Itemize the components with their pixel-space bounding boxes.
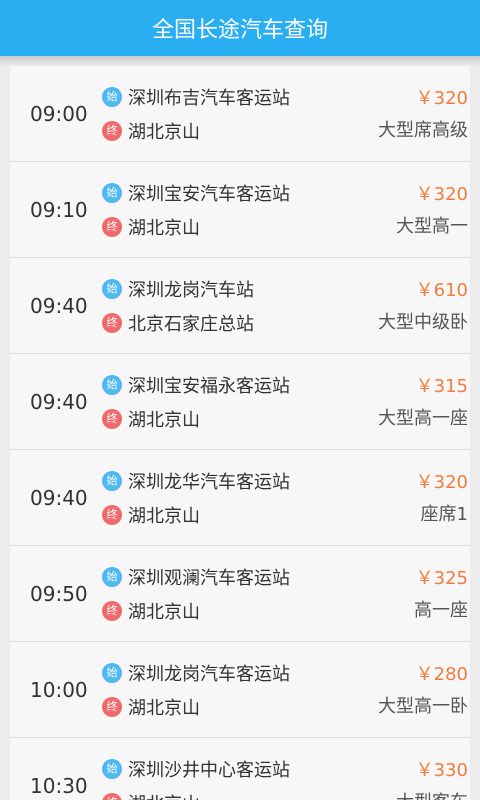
origin-label: 深圳布吉汽车客运站 <box>128 88 290 109</box>
origin-stop: 始 深圳龙岗汽车站 <box>102 276 254 302</box>
bus-type: 大型高一座 <box>378 408 468 429</box>
destination-label: 湖北京山 <box>128 410 200 431</box>
origin-label: 深圳龙岗汽车客运站 <box>128 664 290 685</box>
start-icon: 始 <box>102 567 122 587</box>
origin-label: 深圳观澜汽车客运站 <box>128 568 290 589</box>
destination-label: 湖北京山 <box>128 218 200 239</box>
ticket-price: ￥610 <box>415 280 468 301</box>
destination-label: 湖北京山 <box>128 698 200 719</box>
end-icon: 终 <box>102 505 122 525</box>
destination-stop: 终 湖北京山 <box>102 598 200 624</box>
app-header: 全国长途汽车查询 <box>0 0 480 56</box>
page-title: 全国长途汽车查询 <box>151 18 328 43</box>
origin-stop: 始 深圳宝安汽车客运站 <box>102 180 290 206</box>
origin-stop: 始 深圳沙井中心客运站 <box>102 756 290 782</box>
departure-time: 09:40 <box>30 294 88 318</box>
destination-label: 湖北京山 <box>128 506 200 527</box>
origin-label: 深圳沙井中心客运站 <box>128 760 290 781</box>
departure-time: 09:40 <box>30 486 88 510</box>
destination-stop: 终 湖北京山 <box>102 790 200 800</box>
origin-stop: 始 深圳龙岗汽车客运站 <box>102 660 290 686</box>
bus-type: 大型高一卧 <box>378 696 468 717</box>
departure-time: 10:00 <box>30 678 88 702</box>
start-icon: 始 <box>102 87 122 107</box>
origin-label: 深圳龙岗汽车站 <box>128 280 254 301</box>
bus-type: 大型客车 <box>396 788 468 800</box>
ticket-price: ￥280 <box>415 664 468 685</box>
start-icon: 始 <box>102 279 122 299</box>
ticket-price: ￥320 <box>415 88 468 109</box>
destination-stop: 终 湖北京山 <box>102 502 200 528</box>
departure-time: 10:30 <box>30 774 88 798</box>
end-icon: 终 <box>102 793 122 800</box>
header-shadow <box>0 56 480 66</box>
destination-stop: 终 湖北京山 <box>102 406 200 432</box>
ticket-price: ￥320 <box>415 184 468 205</box>
start-icon: 始 <box>102 183 122 203</box>
ticket-price: ￥315 <box>415 376 468 397</box>
departure-time: 09:00 <box>30 102 88 126</box>
end-icon: 终 <box>102 697 122 717</box>
departure-time: 09:10 <box>30 198 88 222</box>
bus-type: 大型中级卧 <box>378 312 468 333</box>
destination-stop: 终 湖北京山 <box>102 694 200 720</box>
trip-row[interactable]: 09:50 始 深圳观澜汽车客运站 终 湖北京山 ￥325 高一座 <box>10 546 470 642</box>
end-icon: 终 <box>102 121 122 141</box>
start-icon: 始 <box>102 663 122 683</box>
trip-row[interactable]: 09:10 始 深圳宝安汽车客运站 终 湖北京山 ￥320 大型高一 <box>10 162 470 258</box>
destination-label: 湖北京山 <box>128 790 200 800</box>
origin-label: 深圳宝安汽车客运站 <box>128 184 290 205</box>
destination-label: 北京石家庄总站 <box>128 314 254 335</box>
bus-type: 大型高一 <box>396 216 468 237</box>
start-icon: 始 <box>102 759 122 779</box>
destination-label: 湖北京山 <box>128 122 200 143</box>
origin-stop: 始 深圳观澜汽车客运站 <box>102 564 290 590</box>
end-icon: 终 <box>102 601 122 621</box>
trip-row[interactable]: 10:00 始 深圳龙岗汽车客运站 终 湖北京山 ￥280 大型高一卧 <box>10 642 470 738</box>
bus-type: 高一座 <box>414 600 468 621</box>
start-icon: 始 <box>102 375 122 395</box>
trip-row[interactable]: 10:30 始 深圳沙井中心客运站 终 湖北京山 ￥330 大型客车 <box>10 738 470 800</box>
destination-stop: 终 湖北京山 <box>102 118 200 144</box>
departure-time: 09:40 <box>30 390 88 414</box>
trip-row[interactable]: 09:00 始 深圳布吉汽车客运站 终 湖北京山 ￥320 大型席高级 <box>10 66 470 162</box>
end-icon: 终 <box>102 409 122 429</box>
trip-row[interactable]: 09:40 始 深圳龙华汽车客运站 终 湖北京山 ￥320 座席1 <box>10 450 470 546</box>
trip-row[interactable]: 09:40 始 深圳龙岗汽车站 终 北京石家庄总站 ￥610 大型中级卧 <box>10 258 470 354</box>
origin-label: 深圳宝安福永客运站 <box>128 376 290 397</box>
origin-stop: 始 深圳宝安福永客运站 <box>102 372 290 398</box>
ticket-price: ￥325 <box>415 568 468 589</box>
origin-stop: 始 深圳布吉汽车客运站 <box>102 84 290 110</box>
origin-label: 深圳龙华汽车客运站 <box>128 472 290 493</box>
bus-type: 座席1 <box>420 504 468 525</box>
departure-time: 09:50 <box>30 582 88 606</box>
end-icon: 终 <box>102 217 122 237</box>
end-icon: 终 <box>102 313 122 333</box>
trip-list: 09:00 始 深圳布吉汽车客运站 终 湖北京山 ￥320 大型席高级 09:1… <box>10 66 470 800</box>
destination-label: 湖北京山 <box>128 602 200 623</box>
ticket-price: ￥330 <box>415 760 468 781</box>
ticket-price: ￥320 <box>415 472 468 493</box>
trip-row[interactable]: 09:40 始 深圳宝安福永客运站 终 湖北京山 ￥315 大型高一座 <box>10 354 470 450</box>
origin-stop: 始 深圳龙华汽车客运站 <box>102 468 290 494</box>
destination-stop: 终 湖北京山 <box>102 214 200 240</box>
start-icon: 始 <box>102 471 122 491</box>
destination-stop: 终 北京石家庄总站 <box>102 310 254 336</box>
bus-type: 大型席高级 <box>378 120 468 141</box>
